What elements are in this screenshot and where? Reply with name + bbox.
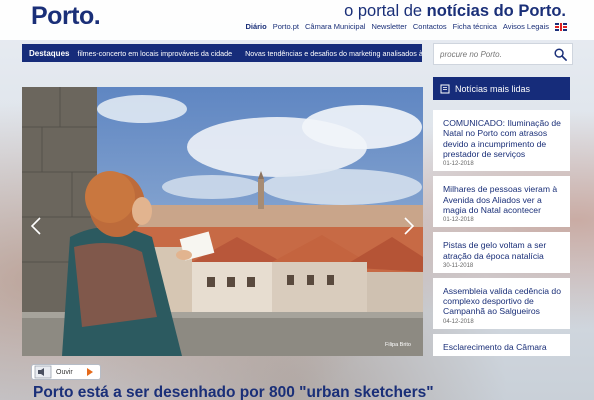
news-title[interactable]: COMUNICADO: Iluminação de Natal no Porto… <box>443 118 563 159</box>
nav-link-porto-pt[interactable]: Porto.pt <box>273 22 299 31</box>
nav-link-camara-municipal[interactable]: Câmara Municipal <box>305 22 365 31</box>
play-icon[interactable] <box>86 368 93 376</box>
list-item[interactable]: Milhares de pessoas vieram à Avenida dos… <box>433 176 570 228</box>
list-item[interactable]: Pistas de gelo voltam a ser atração da é… <box>433 232 570 273</box>
most-read-header: Notícias mais lidas <box>433 77 570 100</box>
site-tagline: o portal de notícias do Porto. <box>344 2 566 21</box>
listen-button[interactable]: Ouvir <box>31 364 101 380</box>
article-headline[interactable]: Porto está a ser desenhado por 800 "urba… <box>33 384 434 400</box>
listen-label: Ouvir <box>56 368 73 376</box>
photo-credit: Filipa Brito <box>385 342 411 348</box>
chevron-right-icon[interactable] <box>404 217 414 235</box>
tagline-bold: notícias do Porto. <box>426 2 566 20</box>
news-date: 04-12-2018 <box>443 318 474 325</box>
most-read-list: COMUNICADO: Iluminação de Natal no Porto… <box>433 110 570 361</box>
news-title[interactable]: Pistas de gelo voltam a ser atração da é… <box>443 240 563 261</box>
list-item[interactable]: Assembleia valida cedência do complexo d… <box>433 277 570 329</box>
highlights-ticker: Destaques filmes-concerto em locais impr… <box>22 44 422 62</box>
english-flag-icon[interactable] <box>555 22 567 31</box>
porto-logo[interactable]: Porto. <box>31 2 101 31</box>
news-title[interactable]: Esclarecimento da Câmara <box>443 342 563 352</box>
ticker-item[interactable]: Novas tendências e desafios do marketing… <box>245 49 422 58</box>
document-icon <box>440 84 450 93</box>
news-title[interactable]: Milhares de pessoas vieram à Avenida dos… <box>443 184 563 215</box>
tagline-prefix: o portal de <box>344 2 427 20</box>
ticker-item[interactable]: filmes-concerto em locais improváveis da… <box>77 49 240 58</box>
list-item[interactable]: Esclarecimento da Câmara <box>433 333 570 357</box>
news-title[interactable]: Assembleia valida cedência do complexo d… <box>443 286 563 317</box>
nav-link-ficha-tecnica[interactable]: Ficha técnica <box>453 22 497 31</box>
nav-link-avisos-legais[interactable]: Avisos Legais <box>503 22 549 31</box>
news-date: 01-12-2018 <box>443 217 474 224</box>
list-item[interactable]: COMUNICADO: Iluminação de Natal no Porto… <box>433 110 570 172</box>
top-nav: Diário Porto.pt Câmara Municipal Newslet… <box>245 22 567 31</box>
site-header: Porto. o portal de notícias do Porto. Di… <box>0 0 594 40</box>
hero-carousel[interactable]: Filipa Brito <box>22 87 423 356</box>
nav-link-newsletter[interactable]: Newsletter <box>371 22 406 31</box>
hero-photo <box>22 87 423 356</box>
search-box <box>433 43 573 65</box>
speaker-icon <box>34 365 52 379</box>
ticker-label: Destaques <box>29 48 70 58</box>
search-icon[interactable] <box>554 48 567 61</box>
chevron-left-icon[interactable] <box>31 217 41 235</box>
news-date: 01-12-2018 <box>443 161 474 168</box>
search-input[interactable] <box>434 44 544 65</box>
nav-link-diario[interactable]: Diário <box>245 22 266 31</box>
nav-link-contactos[interactable]: Contactos <box>413 22 447 31</box>
news-date: 30-11-2018 <box>443 262 474 269</box>
most-read-title: Notícias mais lidas <box>455 83 531 94</box>
